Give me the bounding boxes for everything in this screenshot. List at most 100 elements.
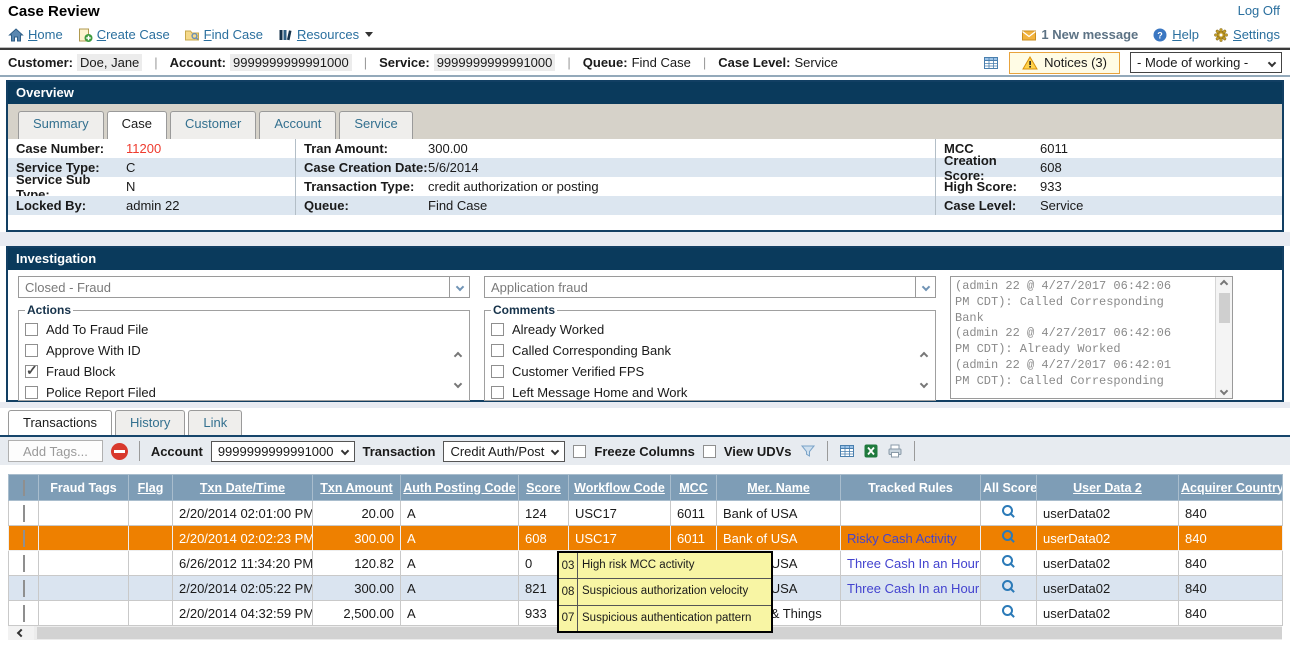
tab-summary[interactable]: Summary <box>18 111 104 139</box>
select-all-checkbox[interactable] <box>23 480 25 496</box>
rule-code: 08 <box>559 579 578 604</box>
magnifier-icon[interactable] <box>1002 580 1015 593</box>
tab-account[interactable]: Account <box>259 111 336 139</box>
magnifier-icon[interactable] <box>1002 505 1015 518</box>
col-user-data-2[interactable]: User Data 2 <box>1037 475 1179 501</box>
nav-home-label: Home <box>28 27 63 42</box>
action-checkbox[interactable] <box>25 365 38 378</box>
home-icon <box>8 27 24 43</box>
case-status-value: Closed - Fraud <box>19 280 449 295</box>
filter-icon[interactable] <box>800 443 816 459</box>
auth-code-cell: A <box>401 501 519 526</box>
txn-date-cell: 2/20/2014 02:02:23 PM <box>173 526 313 551</box>
scroll-down-icon[interactable] <box>455 375 461 390</box>
scroll-down-icon[interactable] <box>921 375 927 390</box>
scrollbar-thumb[interactable] <box>1219 293 1230 323</box>
flag-cell <box>129 576 173 601</box>
col-flag[interactable]: Flag <box>129 475 173 501</box>
magnifier-icon[interactable] <box>1002 530 1015 543</box>
new-message-link[interactable]: 1 New message <box>1021 27 1138 43</box>
export-excel-icon[interactable] <box>863 443 879 459</box>
comment-label: Called Corresponding Bank <box>512 343 671 358</box>
add-tags-button[interactable]: Add Tags... <box>8 440 103 462</box>
comment-checkbox[interactable] <box>491 344 504 357</box>
chevron-down-icon <box>921 283 929 291</box>
col-mer-name[interactable]: Mer. Name <box>717 475 841 501</box>
row-checkbox[interactable] <box>23 555 25 572</box>
mode-of-working-select[interactable]: - Mode of working - <box>1130 52 1282 73</box>
magnifier-icon[interactable] <box>1002 555 1015 568</box>
notices-button[interactable]: Notices (3) <box>1009 52 1120 74</box>
table-header-row: Fraud Tags Flag Txn Date/Time Txn Amount… <box>9 475 1283 501</box>
row-checkbox[interactable] <box>23 505 25 522</box>
block-icon[interactable] <box>111 443 128 460</box>
col-auth-posting-code[interactable]: Auth Posting Code <box>401 475 519 501</box>
col-score[interactable]: Score <box>519 475 569 501</box>
row-checkbox[interactable] <box>23 580 25 597</box>
magnifier-icon[interactable] <box>1002 605 1015 618</box>
nav-home[interactable]: Home <box>8 27 63 43</box>
help-link[interactable]: ? Help <box>1152 27 1199 43</box>
transaction-select[interactable]: Credit Auth/Post <box>443 441 565 462</box>
txn-date-cell: 2/20/2014 02:05:22 PM <box>173 576 313 601</box>
nav-resources[interactable]: Resources <box>277 27 373 43</box>
fraud-type-select[interactable]: Application fraud <box>484 276 936 298</box>
scroll-up-icon[interactable] <box>455 347 461 362</box>
nav-bar: Home Create Case Find Case Resources 1 N… <box>0 22 1290 48</box>
grid-view-icon[interactable] <box>839 443 855 459</box>
logoff-link[interactable]: Log Off <box>1238 3 1280 18</box>
tracked-rule-link[interactable]: Three Cash In an Hour ... <box>847 581 981 596</box>
nav-resources-label: Resources <box>297 27 359 42</box>
account-select[interactable]: 9999999999991000 <box>211 441 355 462</box>
tracked-rule-link[interactable]: Three Cash In an Hour ... <box>847 556 981 571</box>
field-row: Locked By:admin 22 <box>8 196 295 215</box>
dropdown-button[interactable] <box>449 277 469 297</box>
tab-history[interactable]: History <box>115 410 185 435</box>
grid-view-icon[interactable] <box>983 55 999 71</box>
scroll-up-icon[interactable] <box>1220 280 1228 288</box>
settings-link[interactable]: Settings <box>1213 27 1280 43</box>
tab-customer[interactable]: Customer <box>170 111 256 139</box>
print-icon[interactable] <box>887 443 903 459</box>
nav-find-case[interactable]: Find Case <box>184 27 263 43</box>
tab-transactions[interactable]: Transactions <box>8 410 112 435</box>
view-udvs-checkbox[interactable] <box>703 445 716 458</box>
rule-code: 07 <box>559 606 578 631</box>
comment-checkbox[interactable] <box>491 323 504 336</box>
action-checkbox[interactable] <box>25 323 38 336</box>
tab-link[interactable]: Link <box>188 410 242 435</box>
queue-field: Queue: Find Case <box>583 55 691 70</box>
list-item: Already Worked <box>491 319 929 340</box>
action-checkbox[interactable] <box>25 386 38 399</box>
comment-checkbox[interactable] <box>491 365 504 378</box>
tab-case[interactable]: Case <box>107 111 167 139</box>
user-data2-cell: userData02 <box>1037 551 1179 576</box>
comment-checkbox[interactable] <box>491 386 504 399</box>
case-details-col1: Case Number:11200 Service Type:C Service… <box>8 139 295 215</box>
col-acquirer-country-code[interactable]: Acquirer Country Code <box>1179 475 1283 501</box>
scroll-up-icon[interactable] <box>921 347 927 362</box>
rule-code: 03 <box>559 553 578 578</box>
case-status-select[interactable]: Closed - Fraud <box>18 276 470 298</box>
row-checkbox[interactable] <box>23 605 25 622</box>
col-txn-amount[interactable]: Txn Amount <box>313 475 401 501</box>
transaction-select-label: Transaction <box>363 444 436 459</box>
log-scrollbar[interactable] <box>1215 277 1232 398</box>
action-checkbox[interactable] <box>25 344 38 357</box>
txn-amount-cell: 20.00 <box>313 501 401 526</box>
col-mcc[interactable]: MCC <box>671 475 717 501</box>
tracked-rule-link[interactable]: Risky Cash Activity <box>847 531 957 546</box>
account-value: 9999999999991000 <box>230 54 352 71</box>
col-workflow-code[interactable]: Workflow Code <box>569 475 671 501</box>
field-row: Tran Amount:300.00 <box>296 139 935 158</box>
scroll-down-icon[interactable] <box>1220 387 1228 395</box>
tab-service[interactable]: Service <box>339 111 412 139</box>
col-txn-date[interactable]: Txn Date/Time <box>173 475 313 501</box>
dropdown-button[interactable] <box>915 277 935 297</box>
tracked-rules-cell: Three Cash In an Hour ... <box>841 551 981 576</box>
freeze-columns-checkbox[interactable] <box>573 445 586 458</box>
customer-field: Customer: Doe, Jane <box>8 54 142 71</box>
row-checkbox[interactable] <box>23 530 25 547</box>
scroll-left-icon[interactable] <box>8 626 34 640</box>
nav-create-case[interactable]: Create Case <box>77 27 170 43</box>
